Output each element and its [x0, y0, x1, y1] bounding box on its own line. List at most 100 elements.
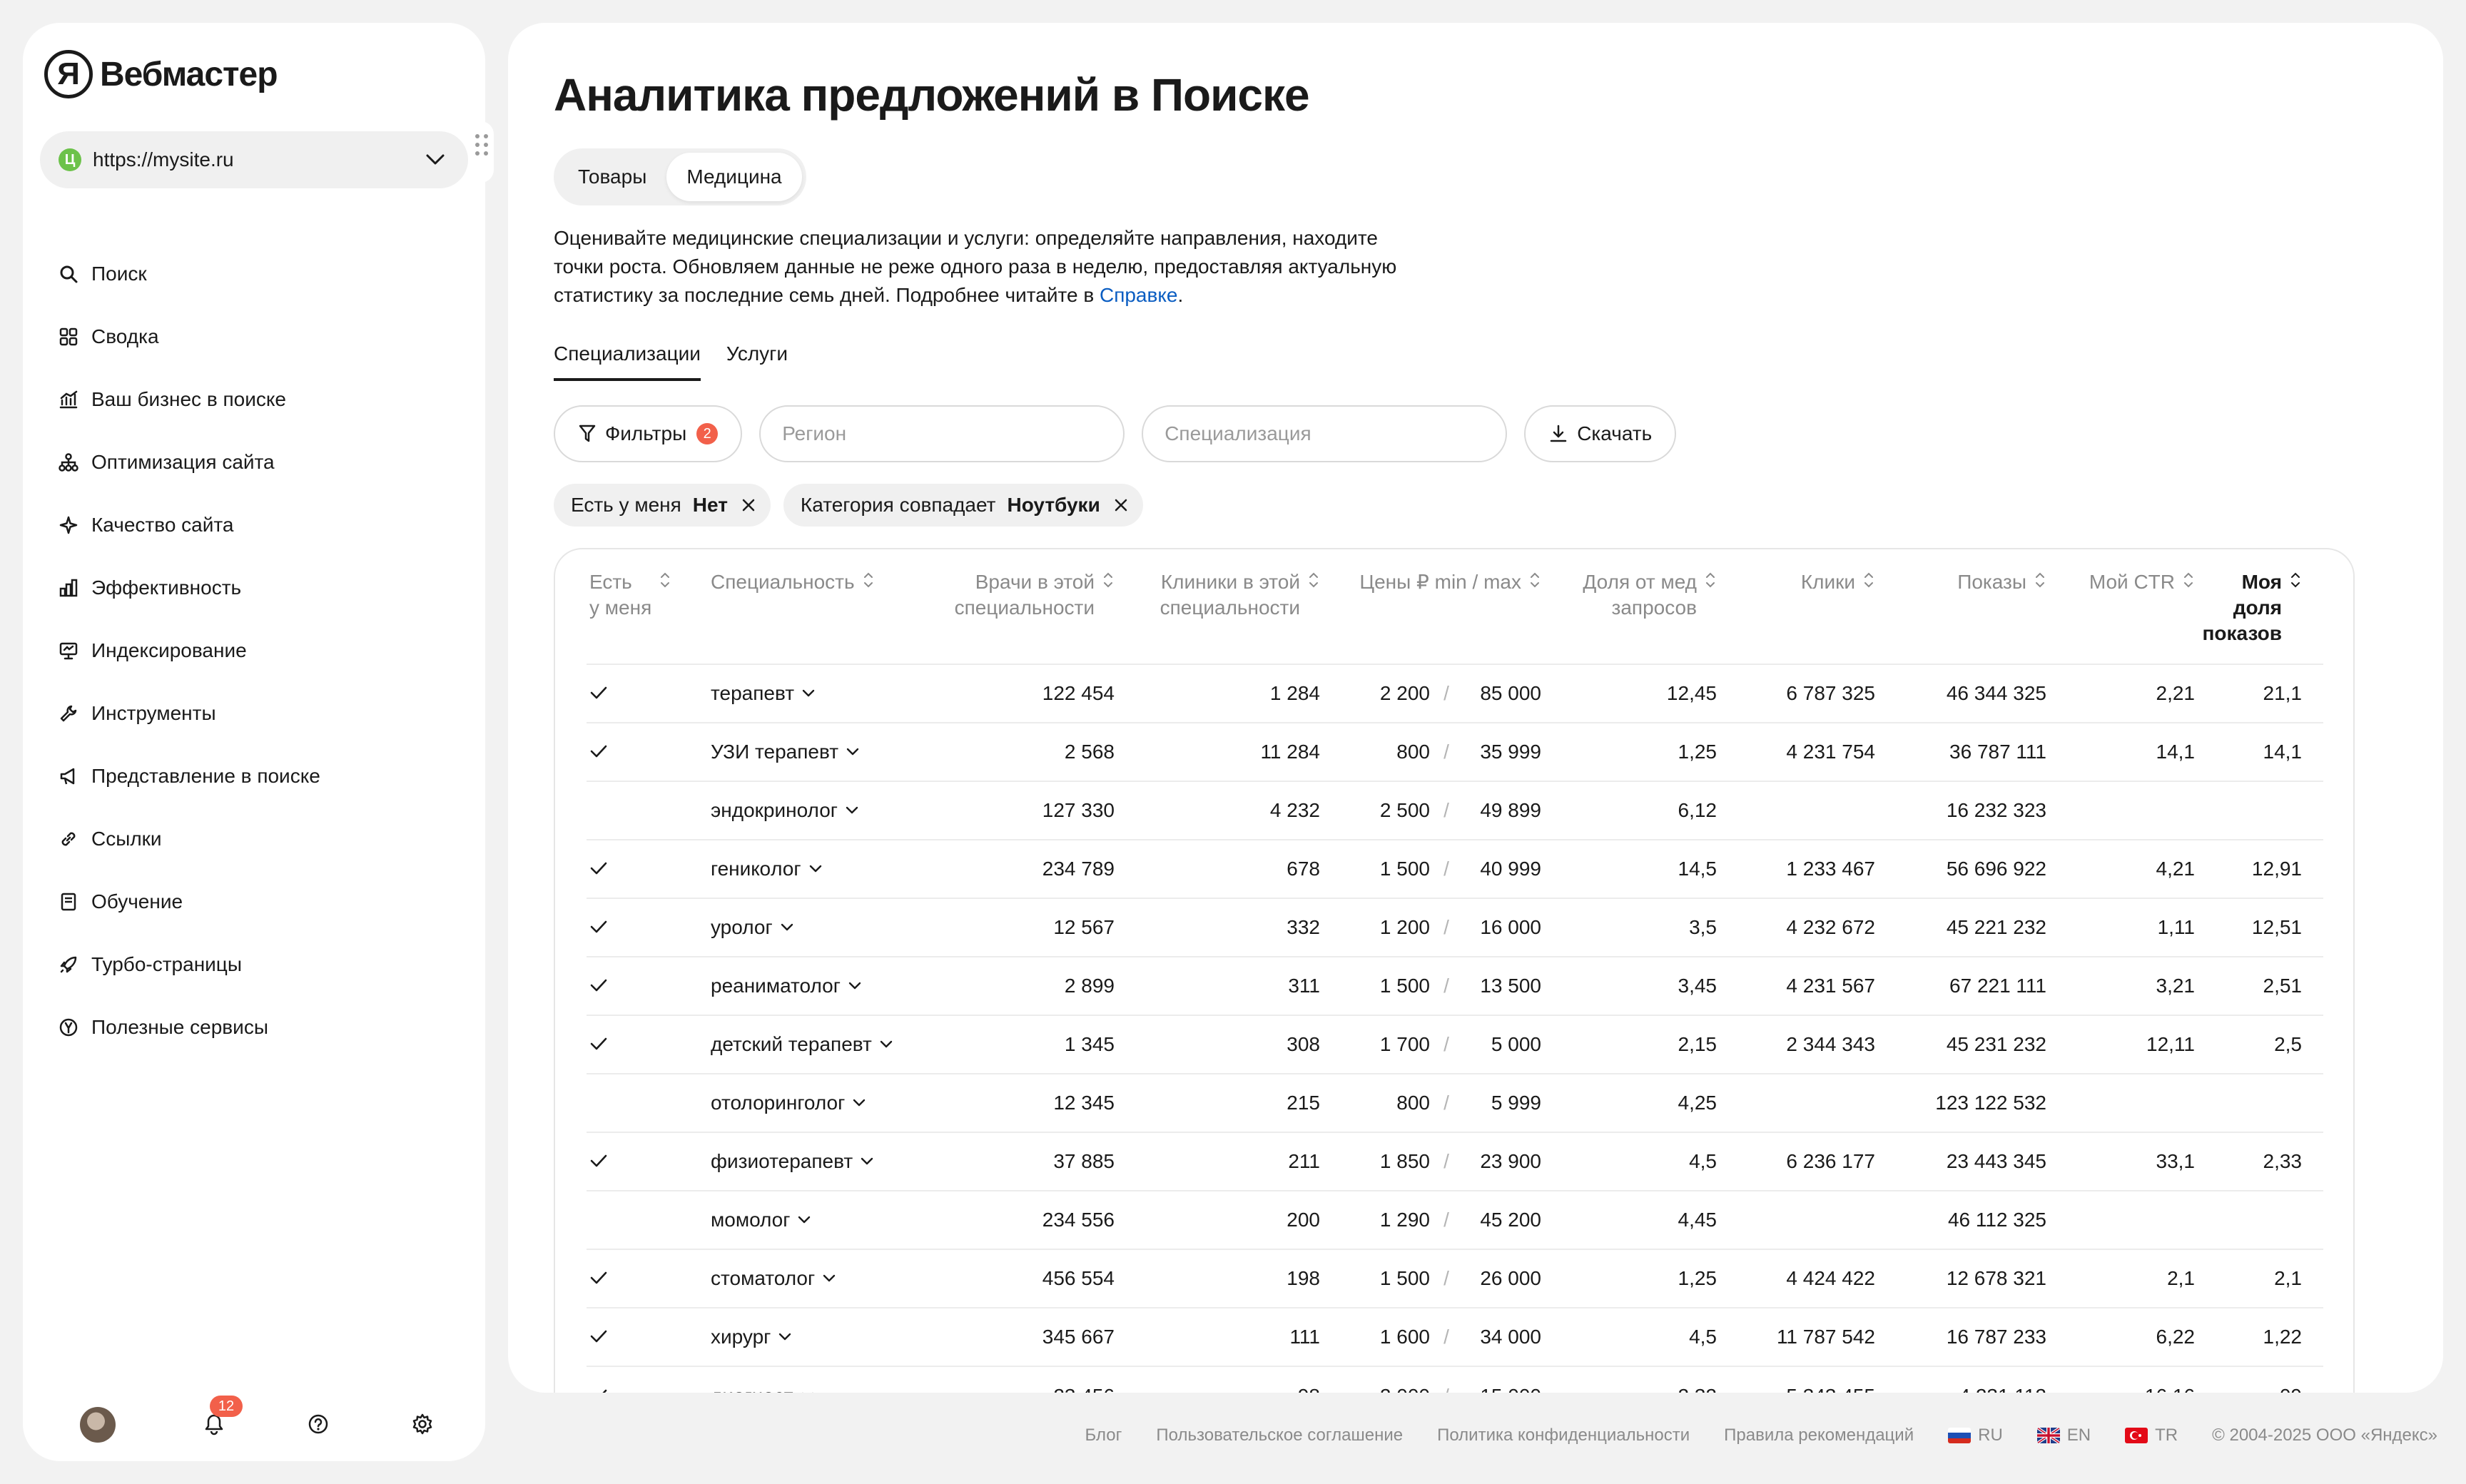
- cell-clinics: 332: [1115, 898, 1320, 957]
- avatar[interactable]: [80, 1407, 116, 1443]
- cell-doctors: 37 885: [925, 1132, 1115, 1191]
- table-row[interactable]: УЗИ терапевт 2 568 11 284 800/35 999 1,25 4 2…: [587, 722, 2323, 781]
- specialization-input[interactable]: [1142, 405, 1508, 462]
- column-header-doctors[interactable]: Врачи в этой специальности: [925, 569, 1115, 664]
- table-row[interactable]: уролог 12 567 332 1 200/16 000 3,5 4 232 672 4…: [587, 898, 2323, 957]
- sidebar-item-tools[interactable]: Инструменты: [57, 682, 320, 745]
- column-header-shows[interactable]: Показы: [1875, 569, 2046, 664]
- sidebar-item-efficiency[interactable]: Эффективность: [57, 556, 320, 619]
- column-header-have[interactable]: Есть у меня: [587, 569, 711, 664]
- close-icon[interactable]: [741, 497, 756, 513]
- sidebar-resize-handle[interactable]: [468, 121, 494, 183]
- cell-specialty[interactable]: хирург: [711, 1307, 925, 1366]
- filter-chip[interactable]: Категория совпадает Ноутбуки: [783, 484, 1143, 527]
- cell-specialty[interactable]: УЗИ терапевт: [711, 722, 925, 781]
- cell-share: 3,45: [1541, 956, 1717, 1015]
- table-row[interactable]: реаниматолог 2 899 311 1 500/13 500 3,45 4 23…: [587, 956, 2323, 1015]
- help-link[interactable]: Справке: [1100, 284, 1178, 306]
- cell-clicks: 11 787 542: [1717, 1307, 1875, 1366]
- chevron-down-icon[interactable]: [780, 923, 794, 932]
- cell-specialty[interactable]: уролог: [711, 898, 925, 957]
- close-icon[interactable]: [1113, 497, 1129, 513]
- footer-link-blog[interactable]: Блог: [1085, 1425, 1122, 1445]
- column-header-specialty[interactable]: Специальность: [711, 569, 925, 664]
- table-row[interactable]: геникoлог 234 789 678 1 500/40 999 14,5 1 233…: [587, 839, 2323, 898]
- lang-en[interactable]: EN: [2036, 1425, 2091, 1445]
- logo[interactable]: Я Вебмастер: [44, 50, 278, 98]
- table-row[interactable]: терапевт 122 454 1 284 2 200/85 000 12,45 6 7…: [587, 664, 2323, 723]
- column-header-share[interactable]: Доля от мед запросов: [1541, 569, 1717, 664]
- table-row[interactable]: момолог 234 556 200 1 290/45 200 4,45 46 112 …: [587, 1190, 2323, 1249]
- cell-specialty[interactable]: физиотерапевт: [711, 1132, 925, 1191]
- chevron-down-icon[interactable]: [879, 1040, 893, 1050]
- cell-ctr: [2046, 781, 2195, 840]
- cell-specialty[interactable]: терапевт: [711, 664, 925, 723]
- column-header-prices[interactable]: Цены ₽ min / max: [1320, 569, 1541, 664]
- chevron-down-icon[interactable]: [860, 1157, 874, 1167]
- tab-specializations[interactable]: Специализации: [554, 342, 701, 381]
- table-row[interactable]: физиотерапевт 37 885 211 1 850/23 900 4,5 6 2…: [587, 1132, 2323, 1191]
- cell-specialty[interactable]: детский терапевт: [711, 1015, 925, 1074]
- footer-link-terms[interactable]: Пользовательское соглашение: [1156, 1425, 1403, 1445]
- gear-icon[interactable]: [408, 1410, 437, 1438]
- chevron-down-icon[interactable]: [801, 688, 816, 698]
- table-row[interactable]: отолоринголог 12 345 215 800/5 999 4,25 123 1…: [587, 1073, 2323, 1132]
- table-row[interactable]: стоматолог 456 554 198 1 500/26 000 1,25 4 42…: [587, 1249, 2323, 1308]
- check-icon: [589, 1267, 608, 1289]
- sidebar-item-links[interactable]: Ссылки: [57, 808, 320, 870]
- filters-label: Фильтры: [605, 422, 687, 444]
- column-header-my-share[interactable]: Моя доля показов: [2195, 569, 2323, 664]
- sidebar-item-business[interactable]: Ваш бизнес в поиске: [57, 368, 320, 431]
- download-button[interactable]: Скачать: [1524, 405, 1677, 462]
- cell-specialty[interactable]: стоматолог: [711, 1249, 925, 1308]
- sidebar-item-search[interactable]: Поиск: [57, 243, 320, 305]
- site-selector[interactable]: Ц https://mysite.ru: [40, 131, 468, 188]
- filters-button[interactable]: Фильтры 2: [554, 405, 743, 462]
- column-header-ctr[interactable]: Мой CTR: [2046, 569, 2195, 664]
- chevron-down-icon[interactable]: [808, 864, 823, 874]
- segment-medicine[interactable]: Медицина: [666, 153, 802, 201]
- footer-link-recommendations[interactable]: Правила рекомендаций: [1724, 1425, 1914, 1445]
- tab-services[interactable]: Услуги: [726, 342, 788, 381]
- column-header-clinics[interactable]: Клиники в этой специальности: [1115, 569, 1320, 664]
- cell-specialty[interactable]: реаниматолог: [711, 956, 925, 1015]
- filter-chip[interactable]: Есть у меня Нет: [554, 484, 771, 527]
- lang-tr[interactable]: TR: [2125, 1425, 2178, 1445]
- sort-icon: [659, 571, 671, 589]
- sidebar-item-quality[interactable]: Качество сайта: [57, 494, 320, 556]
- cell-specialty[interactable]: отолоринголог: [711, 1073, 925, 1132]
- cell-specialty[interactable]: диагност: [711, 1366, 925, 1393]
- cell-specialty[interactable]: эндокринолог: [711, 781, 925, 840]
- column-header-clicks[interactable]: Клики: [1717, 569, 1875, 664]
- cell-specialty[interactable]: геникoлог: [711, 839, 925, 898]
- footer-link-privacy[interactable]: Политика конфиденциальности: [1437, 1425, 1690, 1445]
- table-row[interactable]: диагност23 456982 000/15 0002,325 343 45…: [587, 1366, 2323, 1393]
- help-icon[interactable]: [304, 1410, 333, 1438]
- chevron-down-icon[interactable]: [797, 1215, 811, 1225]
- cell-doctors: 2 899: [925, 956, 1115, 1015]
- cell-ctr: 3,21: [2046, 956, 2195, 1015]
- sidebar-item-learning[interactable]: Обучение: [57, 870, 320, 933]
- segment-goods[interactable]: Товары: [558, 153, 666, 201]
- sidebar-item-optimization[interactable]: Оптимизация сайта: [57, 431, 320, 494]
- chevron-down-icon[interactable]: [778, 1332, 792, 1342]
- cell-specialty[interactable]: момолог: [711, 1190, 925, 1249]
- lang-ru[interactable]: RU: [1948, 1425, 2003, 1445]
- table-row[interactable]: эндокринолог 127 330 4 232 2 500/49 899 6,12…: [587, 781, 2323, 840]
- chevron-down-icon[interactable]: [801, 1391, 815, 1393]
- cell-shows: 123 122 532: [1875, 1073, 2046, 1132]
- chevron-down-icon[interactable]: [822, 1274, 836, 1284]
- sidebar-item-presentation[interactable]: Представление в поиске: [57, 745, 320, 808]
- chevron-down-icon[interactable]: [846, 747, 860, 757]
- sidebar-item-services[interactable]: Полезные сервисы: [57, 996, 320, 1059]
- region-input[interactable]: [759, 405, 1125, 462]
- sidebar-item-summary[interactable]: Сводка: [57, 305, 320, 368]
- chevron-down-icon[interactable]: [845, 805, 859, 815]
- sidebar-item-indexing[interactable]: Индексирование: [57, 619, 320, 682]
- chevron-down-icon[interactable]: [852, 1098, 866, 1108]
- table-row[interactable]: детский терапевт 1 345 308 1 700/5 000 2,15 2…: [587, 1015, 2323, 1074]
- russia-flag-icon: [1948, 1428, 1972, 1443]
- table-row[interactable]: хирург 345 667 111 1 600/34 000 4,5 11 787 54…: [587, 1307, 2323, 1366]
- sidebar-item-turbo[interactable]: Турбо-страницы: [57, 933, 320, 996]
- chevron-down-icon[interactable]: [848, 981, 862, 991]
